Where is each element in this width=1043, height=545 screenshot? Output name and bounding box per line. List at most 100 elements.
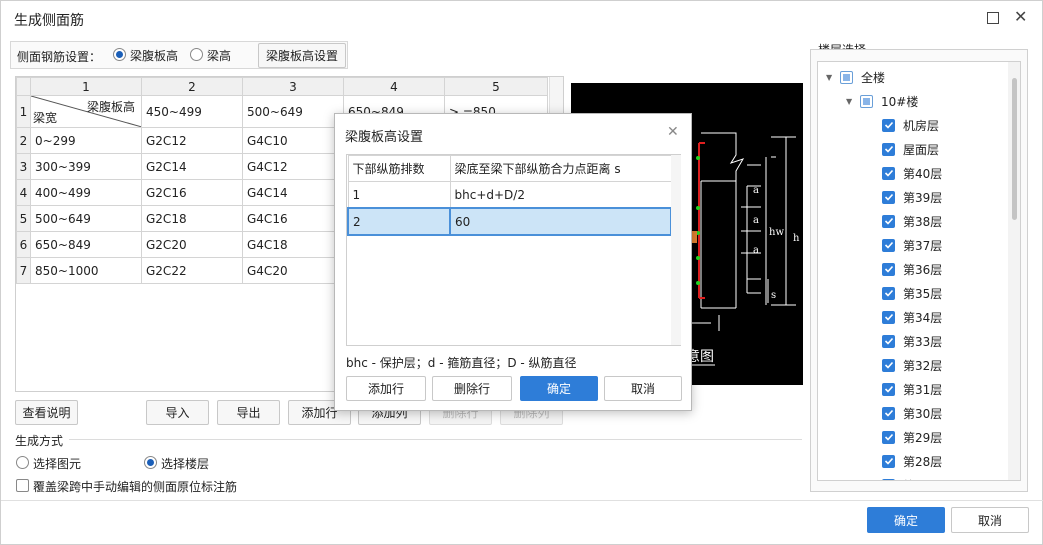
table-cell[interactable]: 2 bbox=[347, 207, 451, 236]
radio-select-floor[interactable] bbox=[144, 456, 157, 469]
import-button[interactable]: 导入 bbox=[146, 400, 209, 425]
dialog-delete-row-button[interactable]: 删除行 bbox=[432, 376, 512, 401]
export-button[interactable]: 导出 bbox=[217, 400, 280, 425]
floor-checkbox[interactable] bbox=[882, 358, 895, 372]
table-cell[interactable]: G2C12 bbox=[141, 127, 243, 154]
floor-checkbox[interactable] bbox=[882, 214, 895, 228]
web-height-settings-button[interactable]: 梁腹板高设置 bbox=[258, 43, 346, 68]
table-row-selected[interactable]: 2 60 bbox=[347, 207, 672, 236]
maximize-icon[interactable] bbox=[987, 12, 999, 24]
column-header[interactable]: 下部纵筋排数 bbox=[347, 155, 451, 182]
tree-node-floor[interactable]: 第27层 bbox=[882, 473, 942, 480]
table-row[interactable]: 1 bhc+d+D/2 bbox=[347, 181, 672, 209]
dialog-close-icon[interactable]: ✕ bbox=[667, 124, 679, 140]
root-checkbox[interactable] bbox=[840, 70, 853, 84]
tree-node-floor[interactable]: 第38层 bbox=[882, 209, 942, 233]
tree-node-floor[interactable]: 第30层 bbox=[882, 401, 942, 425]
tree-node-floor[interactable]: 第36层 bbox=[882, 257, 942, 281]
tree-scrollbar[interactable] bbox=[1008, 62, 1020, 480]
table-cell[interactable]: 450~499 bbox=[141, 95, 243, 128]
tree-node-root[interactable]: ▼ 全楼 bbox=[826, 65, 885, 89]
row-number[interactable]: 6 bbox=[16, 231, 31, 258]
radio-beam-height[interactable] bbox=[190, 48, 203, 61]
table-cell[interactable]: bhc+d+D/2 bbox=[449, 181, 672, 209]
column-header[interactable]: 1 bbox=[30, 77, 142, 96]
scrollbar-thumb[interactable] bbox=[1012, 78, 1017, 220]
close-icon[interactable]: ✕ bbox=[1014, 7, 1027, 26]
radio-select-floor-label[interactable]: 选择楼层 bbox=[161, 455, 209, 472]
row-number[interactable]: 1 bbox=[16, 95, 31, 128]
floor-checkbox[interactable] bbox=[882, 406, 895, 420]
tree-node-building[interactable]: ▼ 10#楼 bbox=[846, 89, 918, 113]
ok-button[interactable]: 确定 bbox=[867, 507, 945, 533]
floor-checkbox[interactable] bbox=[882, 190, 895, 204]
column-header[interactable]: 3 bbox=[242, 77, 344, 96]
floor-checkbox[interactable] bbox=[882, 238, 895, 252]
floor-checkbox[interactable] bbox=[882, 382, 895, 396]
radio-beam-height-label[interactable]: 梁高 bbox=[207, 47, 231, 64]
tree-node-floor[interactable]: 第39层 bbox=[882, 185, 942, 209]
tree-node-floor[interactable]: 第31层 bbox=[882, 377, 942, 401]
tree-node-floor[interactable]: 第33层 bbox=[882, 329, 942, 353]
radio-select-element-label[interactable]: 选择图元 bbox=[33, 455, 81, 472]
table-cell[interactable]: 500~649 bbox=[30, 205, 142, 232]
table-cell[interactable]: G2C16 bbox=[141, 179, 243, 206]
floor-checkbox[interactable] bbox=[882, 310, 895, 324]
tree-node-floor[interactable]: 第28层 bbox=[882, 449, 942, 473]
tree-node-floor[interactable]: 屋面层 bbox=[882, 137, 939, 161]
radio-web-height-label[interactable]: 梁腹板高 bbox=[130, 47, 178, 64]
tree-node-floor[interactable]: 第32层 bbox=[882, 353, 942, 377]
row-number[interactable]: 2 bbox=[16, 127, 31, 154]
dialog-add-row-button[interactable]: 添加行 bbox=[346, 376, 426, 401]
floor-checkbox[interactable] bbox=[882, 262, 895, 276]
column-header[interactable]: 2 bbox=[141, 77, 243, 96]
column-header[interactable]: 梁底至梁下部纵筋合力点距离 s bbox=[449, 155, 672, 182]
view-help-button[interactable]: 查看说明 bbox=[15, 400, 78, 425]
tree-node-floor[interactable]: 第34层 bbox=[882, 305, 942, 329]
table-cell[interactable]: G4C14 bbox=[242, 179, 344, 206]
row-number[interactable]: 7 bbox=[16, 257, 31, 284]
radio-web-height[interactable] bbox=[113, 48, 126, 61]
tree-node-floor[interactable]: 第35层 bbox=[882, 281, 942, 305]
dialog-table-scrollbar[interactable] bbox=[671, 155, 681, 345]
table-cell[interactable]: G2C20 bbox=[141, 231, 243, 258]
row-number[interactable]: 4 bbox=[16, 179, 31, 206]
diagonal-header-cell[interactable]: 梁腹板高 梁宽 bbox=[30, 95, 142, 128]
floor-checkbox[interactable] bbox=[882, 478, 895, 480]
table-cell[interactable]: G2C22 bbox=[141, 257, 243, 284]
table-cell[interactable]: G4C16 bbox=[242, 205, 344, 232]
table-cell[interactable]: 0~299 bbox=[30, 127, 142, 154]
table-cell[interactable]: 850~1000 bbox=[30, 257, 142, 284]
row-number[interactable]: 5 bbox=[16, 205, 31, 232]
floor-checkbox[interactable] bbox=[882, 454, 895, 468]
table-cell[interactable]: 60 bbox=[449, 207, 672, 236]
floor-checkbox[interactable] bbox=[882, 430, 895, 444]
table-cell[interactable]: 1 bbox=[347, 181, 451, 209]
floor-checkbox[interactable] bbox=[882, 286, 895, 300]
floor-checkbox[interactable] bbox=[882, 166, 895, 180]
floor-checkbox[interactable] bbox=[882, 142, 895, 156]
tree-node-floor[interactable]: 第37层 bbox=[882, 233, 942, 257]
tree-node-floor[interactable]: 第40层 bbox=[882, 161, 942, 185]
dialog-cancel-button[interactable]: 取消 bbox=[604, 376, 682, 401]
table-cell[interactable]: 300~399 bbox=[30, 153, 142, 180]
row-number[interactable]: 3 bbox=[16, 153, 31, 180]
column-header[interactable]: 4 bbox=[343, 77, 445, 96]
table-cell[interactable]: 500~649 bbox=[242, 95, 344, 128]
table-cell[interactable]: G2C18 bbox=[141, 205, 243, 232]
tree-node-floor[interactable]: 第29层 bbox=[882, 425, 942, 449]
expand-arrow-icon[interactable]: ▼ bbox=[846, 97, 860, 106]
building-checkbox[interactable] bbox=[860, 94, 873, 108]
table-cell[interactable]: 400~499 bbox=[30, 179, 142, 206]
cancel-button[interactable]: 取消 bbox=[951, 507, 1029, 533]
override-label[interactable]: 覆盖梁跨中手动编辑的侧面原位标注筋 bbox=[33, 478, 237, 495]
table-cell[interactable]: G2C14 bbox=[141, 153, 243, 180]
table-cell[interactable]: G4C12 bbox=[242, 153, 344, 180]
column-header[interactable]: 5 bbox=[444, 77, 548, 96]
tree-node-floor[interactable]: 机房层 bbox=[882, 113, 939, 137]
floor-checkbox[interactable] bbox=[882, 334, 895, 348]
floor-checkbox[interactable] bbox=[882, 118, 895, 132]
table-cell[interactable]: G4C18 bbox=[242, 231, 344, 258]
radio-select-element[interactable] bbox=[16, 456, 29, 469]
table-cell[interactable]: G4C10 bbox=[242, 127, 344, 154]
